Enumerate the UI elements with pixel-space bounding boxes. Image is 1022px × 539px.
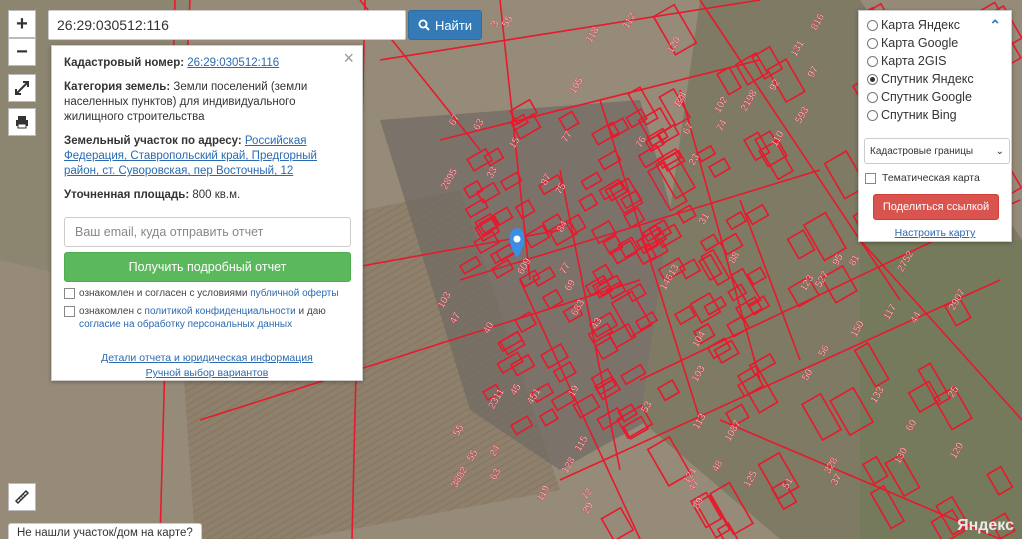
category-row: Категория земель: Земли поселений (земли… bbox=[64, 80, 350, 125]
zoom-out-button[interactable]: − bbox=[8, 38, 36, 66]
printer-icon bbox=[16, 116, 28, 129]
thematic-checkbox[interactable] bbox=[865, 172, 876, 184]
radio-icon bbox=[867, 91, 878, 103]
radio-icon bbox=[867, 109, 878, 121]
manual-select-link[interactable]: Ручной выбор вариантов bbox=[64, 366, 350, 381]
print-button[interactable] bbox=[8, 108, 36, 136]
area-row: Уточненная площадь: 800 кв.м. bbox=[64, 188, 350, 203]
search-icon bbox=[418, 19, 430, 31]
search-box bbox=[48, 10, 406, 40]
map-type-option[interactable]: Спутник Bing bbox=[867, 106, 1003, 124]
consent-privacy-mid: и даю bbox=[295, 306, 326, 317]
chevron-up-icon[interactable]: ⌃ bbox=[989, 17, 1001, 34]
address-row: Земельный участок по адресу: Российская … bbox=[64, 134, 350, 179]
map-type-option[interactable]: Карта Яндекс bbox=[867, 16, 1003, 34]
details-link[interactable]: Детали отчета и юридическая информация bbox=[64, 351, 350, 366]
thematic-label: Тематическая карта bbox=[882, 172, 980, 184]
not-found-prompt[interactable]: Не нашли участок/дом на карте? bbox=[8, 523, 202, 539]
email-input[interactable] bbox=[64, 217, 351, 247]
map-type-label: Спутник Google bbox=[881, 90, 972, 104]
cadastral-row: Кадастровый номер: 26:29:030512:116 bbox=[64, 56, 350, 71]
consent-privacy-prefix: ознакомлен с bbox=[79, 306, 145, 317]
area-value: 800 кв.м. bbox=[192, 189, 241, 201]
get-report-button[interactable]: Получить подробный отчет bbox=[64, 252, 351, 282]
map-type-label: Карта Google bbox=[881, 36, 959, 50]
map-type-option[interactable]: Спутник Google bbox=[867, 88, 1003, 106]
setup-map-link[interactable]: Настроить карту bbox=[867, 227, 1003, 239]
map-type-option[interactable]: Карта Google bbox=[867, 34, 1003, 52]
radio-icon bbox=[867, 55, 878, 67]
search-button-label: Найти bbox=[434, 17, 473, 33]
expand-icon bbox=[15, 81, 29, 95]
close-icon[interactable]: × bbox=[343, 49, 354, 67]
ruler-icon bbox=[14, 489, 30, 505]
radio-icon bbox=[867, 37, 878, 49]
map-type-label: Карта 2GIS bbox=[881, 54, 947, 68]
map-type-option[interactable]: Карта 2GIS bbox=[867, 52, 1003, 70]
map-type-list: Карта Яндекс Карта Google Карта 2GIS Спутни… bbox=[867, 16, 1003, 124]
consent-privacy-checkbox[interactable] bbox=[64, 306, 75, 317]
thematic-row: Тематическая карта bbox=[865, 172, 1003, 184]
overlay-select-value: Кадастровые границы bbox=[870, 145, 974, 157]
yandex-logo: Яндекс bbox=[957, 517, 1014, 534]
parcel-info-panel: × Кадастровый номер: 26:29:030512:116 Ка… bbox=[51, 45, 363, 381]
chevron-down-icon: ⌄ bbox=[995, 145, 1004, 157]
search-input[interactable] bbox=[49, 11, 405, 39]
cadastral-label: Кадастровый номер: bbox=[64, 57, 185, 69]
search-button[interactable]: Найти bbox=[408, 10, 482, 40]
ruler-button[interactable] bbox=[8, 483, 36, 511]
offer-link[interactable]: публичной оферты bbox=[250, 288, 338, 299]
map-type-label: Спутник Яндекс bbox=[881, 72, 974, 86]
privacy-policy-link[interactable]: политикой конфиденциальности bbox=[145, 306, 296, 317]
consent-offer-row: ознакомлен и согласен с условиями публич… bbox=[64, 287, 350, 300]
personal-data-link[interactable]: согласие на обработку персональных данны… bbox=[79, 319, 292, 330]
consent-privacy-text: ознакомлен с политикой конфиденциальност… bbox=[79, 305, 350, 331]
consent-privacy-row: ознакомлен с политикой конфиденциальност… bbox=[64, 305, 350, 331]
map-type-option[interactable]: Спутник Яндекс bbox=[867, 70, 1003, 88]
consent-offer-prefix: ознакомлен и согласен с условиями bbox=[79, 288, 251, 299]
share-link-button[interactable]: Поделиться ссылкой bbox=[873, 194, 999, 220]
address-label: Земельный участок по адресу: bbox=[64, 135, 242, 147]
radio-icon bbox=[867, 19, 878, 31]
cadastral-link[interactable]: 26:29:030512:116 bbox=[187, 57, 279, 69]
overlay-select[interactable]: Кадастровые границы ⌄ bbox=[864, 138, 1010, 164]
marker-dot bbox=[513, 235, 521, 243]
consent-offer-checkbox[interactable] bbox=[64, 288, 75, 299]
map-type-label: Спутник Bing bbox=[881, 108, 957, 122]
zoom-in-button[interactable]: + bbox=[8, 10, 36, 38]
consent-offer-text: ознакомлен и согласен с условиями публич… bbox=[79, 287, 339, 300]
category-label: Категория земель: bbox=[64, 81, 171, 93]
layer-panel: ⌃ Карта Яндекс Карта Google Карта 2GIS Спут… bbox=[858, 10, 1012, 242]
panel-footer-links: Детали отчета и юридическая информация Р… bbox=[64, 351, 350, 381]
radio-icon bbox=[867, 73, 878, 85]
map-type-label: Карта Яндекс bbox=[881, 18, 960, 32]
area-label: Уточненная площадь: bbox=[64, 189, 190, 201]
fullscreen-button[interactable] bbox=[8, 74, 36, 102]
